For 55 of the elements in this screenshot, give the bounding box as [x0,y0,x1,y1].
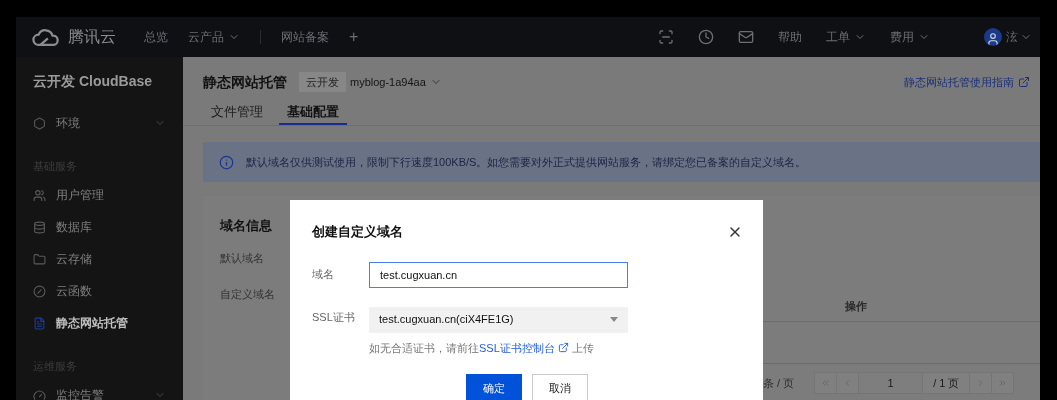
ssl-certificate-select[interactable]: test.cugxuan.cn(ciX4FE1G) [369,306,628,333]
domain-input[interactable]: test.cugxuan.cn [369,261,628,288]
menu-item-icon [33,388,46,400]
notice-text: 默认域名仅供测试使用，限制下行速度100KB/S。如您需要对外正式提供网站服务，请绑定您已备案的自定义域名。 [246,154,807,170]
clock-icon[interactable] [698,29,714,45]
sidebar-item[interactable]: 静态网站托管 [33,307,166,339]
sidebar-item[interactable]: 云函数 [33,275,166,307]
column-header: 操作 [845,299,867,315]
menu-item-icon [33,188,46,202]
nav-link[interactable]: + [349,25,359,49]
nav-link[interactable]: 云产品 [188,28,240,46]
nav-link[interactable]: 工单 [826,28,866,46]
page-title: 静态网站托管 [203,72,287,92]
tab[interactable]: 基础配置 [279,101,347,125]
guide-link[interactable]: 静态网站托管使用指南 [904,73,1030,91]
mail-icon[interactable] [738,29,754,45]
sidebar-item[interactable]: 数据库 [33,211,166,243]
field-label: 自定义域名 [220,286,275,302]
sidebar-item[interactable]: 监控告警 [33,379,166,400]
page-size-label: 条 / 页 [763,375,795,391]
qr-code-icon[interactable] [658,29,674,45]
confirm-button[interactable]: 确定 [465,374,522,400]
menu-item-icon [33,284,46,298]
field-label: SSL证书 [312,309,356,325]
nav-link[interactable]: 网站备案 [281,28,329,46]
external-link-icon [557,342,569,354]
sidebar-item[interactable]: 用户管理 [33,179,166,211]
menu-item-icon [33,116,46,130]
cloud-logo-icon [32,27,60,47]
user-menu[interactable]: 泫 [1006,28,1032,46]
nav-link[interactable]: 费用 [890,28,930,46]
menu-item-icon [33,316,46,330]
menu-item-icon [33,252,46,266]
nav-link[interactable]: 总览 [144,28,168,46]
dialog-title: 创建自定义域名 [312,223,403,241]
total-pages: / 1 页 [932,375,961,391]
sidebar-title: 云开发 CloudBase [33,72,153,91]
sidebar-item[interactable]: 环境 [33,107,166,139]
caret-icon [610,317,618,322]
hint-text: 如无合适证书，请前往SSL证书控制台 上传 [369,339,595,356]
field-label: 默认域名 [220,250,264,266]
nav-link[interactable]: 帮助 [778,28,802,46]
external-link-icon [1018,76,1030,88]
tag: 云开发 [299,71,346,93]
sidebar-item[interactable]: 云存储 [33,243,166,275]
field-label: 域名 [312,267,335,283]
tab[interactable]: 文件管理 [203,101,271,125]
ssl-console-link[interactable]: SSL证书控制台 [479,339,555,356]
info-icon [219,154,234,170]
avatar-icon[interactable] [984,28,1002,46]
env-selector[interactable]: myblog-1a94aa [350,73,442,91]
cancel-button[interactable]: 取消 [531,374,588,400]
card-title: 域名信息 [220,217,272,235]
brand-name: 腾讯云 [68,27,116,47]
menu-item-icon [33,220,46,234]
